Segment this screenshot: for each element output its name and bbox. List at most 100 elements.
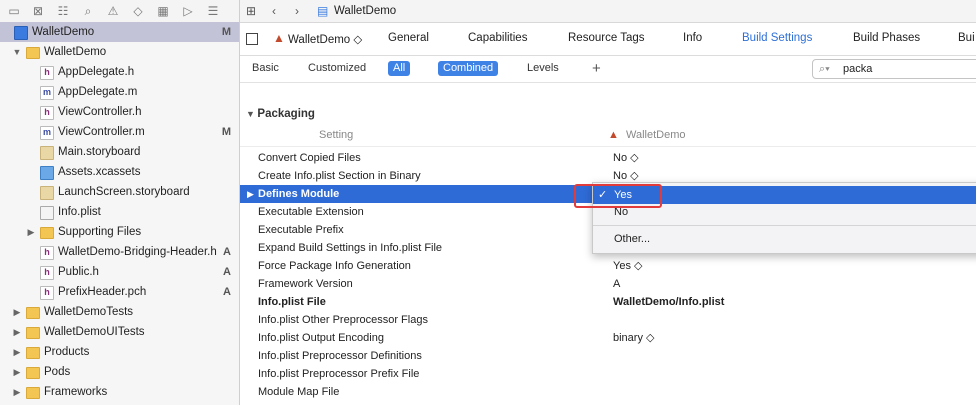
header-file-icon: h xyxy=(40,66,54,80)
folder-icon xyxy=(26,367,40,379)
header-file-icon: h xyxy=(40,246,54,260)
setting-name: Executable Extension xyxy=(258,206,364,218)
setting-name: Framework Version xyxy=(258,278,353,290)
navigator-item[interactable]: Info.plist xyxy=(0,202,239,222)
tab-build-phases[interactable]: Build Phases xyxy=(853,32,920,44)
setting-row[interactable]: Info.plist File WalletDemo/Info.plist xyxy=(240,293,976,311)
navigator-item[interactable]: m ViewController.m M xyxy=(0,122,239,142)
setting-row[interactable]: Framework Version A xyxy=(240,275,976,293)
navigator-item-label: WalletDemoTests xyxy=(44,306,134,318)
search-field[interactable]: ⌕▾ packa xyxy=(812,59,976,79)
navigator-item-label: ViewController.m xyxy=(58,126,145,138)
disclosure-right-icon[interactable]: ▶ xyxy=(12,382,22,402)
setting-row[interactable]: Force Package Info Generation Yes ◇ xyxy=(240,257,976,275)
setting-row[interactable]: Module Map File xyxy=(240,383,976,401)
navigator-item[interactable]: ▶ Frameworks xyxy=(0,382,239,402)
setting-row[interactable]: Info.plist Preprocessor Prefix File xyxy=(240,365,976,383)
navigator-item-label: LaunchScreen.storyboard xyxy=(58,186,190,198)
setting-value[interactable]: A xyxy=(613,275,620,293)
setting-name: Info.plist Output Encoding xyxy=(258,332,384,344)
forward-arrow-icon[interactable]: › xyxy=(295,3,299,19)
navigator-item[interactable]: ▶ Pods xyxy=(0,362,239,382)
navigator-item[interactable]: LaunchScreen.storyboard xyxy=(0,182,239,202)
breakpoint-icon[interactable]: ▷ xyxy=(180,3,196,19)
setting-value[interactable]: Yes ◇ xyxy=(613,257,642,275)
disclosure-right-icon[interactable]: ▶ xyxy=(12,342,22,362)
navigator-item-label: PrefixHeader.pch xyxy=(58,286,147,298)
navigator-item-label: WalletDemo xyxy=(32,26,95,38)
storyboard-icon xyxy=(40,186,54,200)
scm-status-badge: M xyxy=(221,126,231,138)
navigator-item[interactable]: ▶ WalletDemoTests xyxy=(0,302,239,322)
symbol-icon[interactable]: ☷ xyxy=(55,3,71,19)
setting-row[interactable]: Convert Copied Files No ◇ xyxy=(240,149,976,167)
navigator-item[interactable]: h WalletDemo-Bridging-Header.h A xyxy=(0,242,239,262)
disclosure-down-icon[interactable]: ▼ xyxy=(12,42,22,62)
issue-icon[interactable]: ⚠ xyxy=(105,3,121,19)
target-icon: ▲ xyxy=(608,129,619,141)
filter-all[interactable]: All xyxy=(388,61,411,76)
source-control-icon[interactable]: ⊠ xyxy=(30,3,46,19)
search-input[interactable]: packa xyxy=(843,60,872,78)
navigator-item[interactable]: ▶ Supporting Files xyxy=(0,222,239,242)
navigator-item[interactable]: ▼ WalletDemo xyxy=(0,42,239,62)
navigator-item[interactable]: Assets.xcassets xyxy=(0,162,239,182)
folder-icon[interactable]: ▭ xyxy=(6,3,22,19)
report-icon[interactable]: ☰ xyxy=(205,3,221,19)
packaging-group-header[interactable]: ▼ Packaging xyxy=(246,108,315,120)
navigator-item[interactable]: Main.storyboard xyxy=(0,142,239,162)
disclosure-right-icon[interactable]: ▶ xyxy=(26,222,36,242)
find-icon[interactable]: ⌕ xyxy=(80,3,96,19)
disclosure-right-icon[interactable]: ▶ xyxy=(247,185,254,203)
view-combined[interactable]: Combined xyxy=(438,61,499,76)
navigator-item[interactable]: m AppDelegate.m xyxy=(0,82,239,102)
setting-name: Executable Prefix xyxy=(258,224,344,236)
navigator-item[interactable]: h AppDelegate.h xyxy=(0,62,239,82)
setting-row[interactable]: Info.plist Other Preprocessor Flags xyxy=(240,311,976,329)
setting-row[interactable]: Info.plist Preprocessor Definitions xyxy=(240,347,976,365)
tab-info[interactable]: Info xyxy=(683,32,702,44)
disclosure-right-icon[interactable]: ▶ xyxy=(12,322,22,342)
scm-status-badge: M xyxy=(221,26,231,38)
setting-name: Module Map File xyxy=(258,386,340,398)
filter-customized[interactable]: Customized xyxy=(303,61,371,76)
debug-icon[interactable]: ▦ xyxy=(155,3,171,19)
navigator-item[interactable]: ▶ WalletDemoUITests xyxy=(0,322,239,342)
back-arrow-icon[interactable]: ‹ xyxy=(272,3,276,19)
navigator-item[interactable]: WalletDemo M xyxy=(0,22,239,42)
navigator-item-label: WalletDemo xyxy=(44,46,107,58)
navigator-item[interactable]: h ViewController.h xyxy=(0,102,239,122)
hide-project-pane-icon[interactable] xyxy=(246,33,258,45)
menu-item-other[interactable]: Other... xyxy=(593,230,976,248)
target-selector[interactable]: WalletDemo ◇ xyxy=(288,32,362,46)
disclosure-down-icon[interactable]: ▼ xyxy=(246,109,257,119)
setting-row[interactable]: Info.plist Output Encoding binary ◇ xyxy=(240,329,976,347)
target-icon: ▲ xyxy=(273,31,285,45)
tab-capabilities[interactable]: Capabilities xyxy=(468,32,527,44)
test-icon[interactable]: ◇ xyxy=(130,3,146,19)
disclosure-right-icon[interactable]: ▶ xyxy=(12,302,22,322)
setting-name: Info.plist Other Preprocessor Flags xyxy=(258,314,428,326)
navigator-item[interactable]: h Public.h A xyxy=(0,262,239,282)
setting-name: Create Info.plist Section in Binary xyxy=(258,170,421,182)
tab-resource-tags[interactable]: Resource Tags xyxy=(568,32,645,44)
navigator-item[interactable]: ▶ Products xyxy=(0,342,239,362)
add-setting-button[interactable]: + xyxy=(587,61,606,76)
setting-value[interactable]: WalletDemo/Info.plist xyxy=(613,293,724,311)
source-file-icon: m xyxy=(40,86,54,100)
setting-name: Convert Copied Files xyxy=(258,152,361,164)
setting-value[interactable]: binary ◇ xyxy=(613,329,654,347)
jump-bar-file[interactable]: WalletDemo xyxy=(334,3,396,19)
tab-general[interactable]: General xyxy=(388,32,429,44)
setting-value[interactable]: No ◇ xyxy=(613,149,639,167)
tab-build-rules[interactable]: Bui xyxy=(958,32,975,44)
related-items-icon[interactable]: ⊞ xyxy=(246,3,256,19)
disclosure-right-icon[interactable]: ▶ xyxy=(12,362,22,382)
folder-icon xyxy=(26,327,40,339)
setting-name: Force Package Info Generation xyxy=(258,260,411,272)
scm-status-badge: A xyxy=(223,246,231,258)
filter-basic[interactable]: Basic xyxy=(247,61,284,76)
navigator-item[interactable]: h PrefixHeader.pch A xyxy=(0,282,239,302)
tab-build-settings[interactable]: Build Settings xyxy=(742,32,812,44)
view-levels[interactable]: Levels xyxy=(522,61,564,76)
